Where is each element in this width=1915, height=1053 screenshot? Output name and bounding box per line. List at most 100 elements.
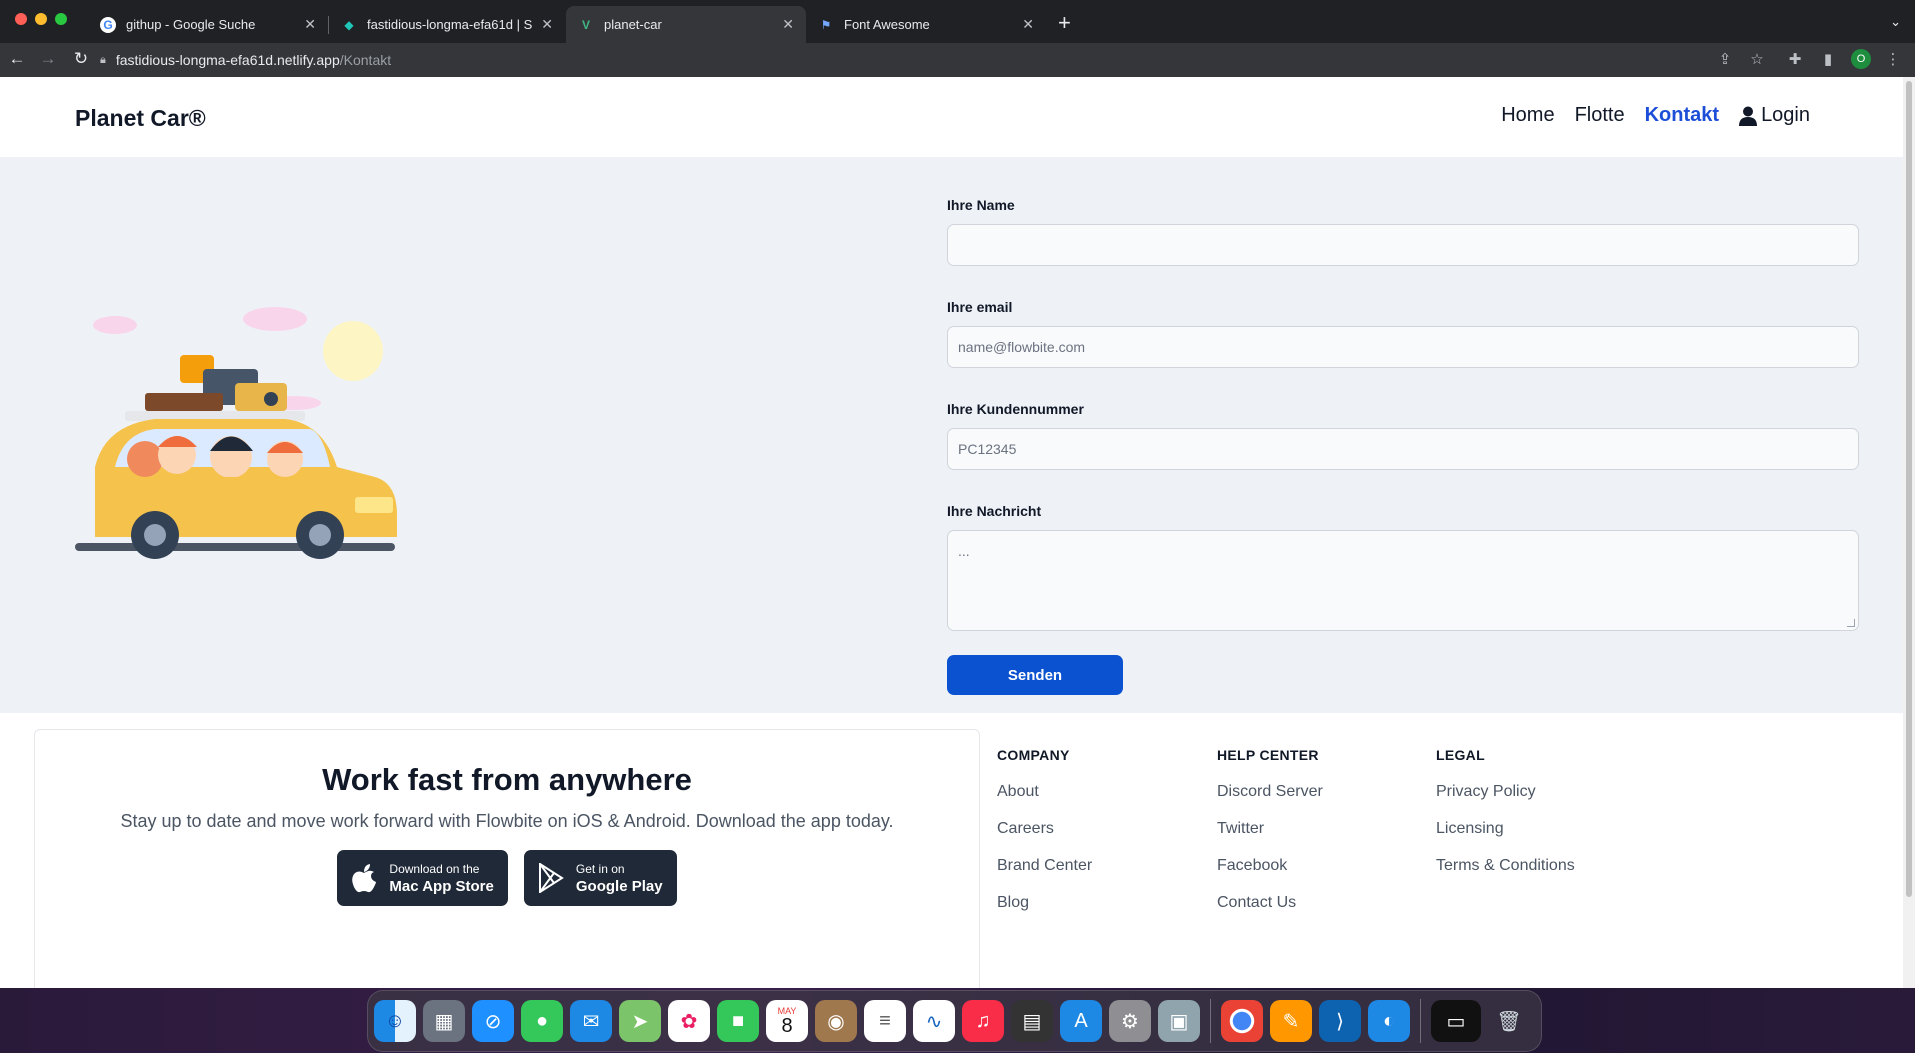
resize-handle-icon[interactable]	[1847, 619, 1855, 627]
browser-tab-font-awesome[interactable]: ⚑ Font Awesome ✕	[806, 6, 1046, 43]
nav-fleet[interactable]: Flotte	[1575, 104, 1625, 127]
close-tab-icon[interactable]: ✕	[541, 16, 553, 33]
trash-icon[interactable]: 🗑︎	[1488, 1000, 1530, 1042]
vscode-icon[interactable]: ⟩	[1319, 1000, 1361, 1042]
dock-divider	[1210, 999, 1211, 1043]
music-icon[interactable]: ♫	[962, 1000, 1004, 1042]
apple-icon	[352, 864, 377, 893]
google-play-button[interactable]: Get in on Google Play	[523, 850, 677, 906]
tab-search-chevron-icon[interactable]: ⌄	[1890, 14, 1901, 30]
footer-column-legal: LEGAL Privacy Policy Licensing Terms & C…	[1436, 747, 1575, 894]
url-host: fastidious-longma-efa61d.netlify.app	[115, 52, 340, 68]
calendar-day: 8	[781, 1014, 793, 1037]
reminders-icon[interactable]: ≡	[864, 1000, 906, 1042]
app-store-button[interactable]: Download on the Mac App Store	[337, 850, 508, 906]
footer-link-privacy[interactable]: Privacy Policy	[1436, 783, 1575, 801]
footer-link-licensing[interactable]: Licensing	[1436, 820, 1575, 838]
dock-divider	[1420, 999, 1421, 1043]
close-tab-icon[interactable]: ✕	[782, 16, 794, 33]
store-buttons: Download on the Mac App Store Get in on …	[35, 850, 979, 906]
maximize-window-button[interactable]	[55, 13, 67, 25]
vue-icon: V	[581, 17, 590, 32]
message-textarea[interactable]: ...	[947, 530, 1859, 631]
email-input[interactable]: name@flowbite.com	[947, 326, 1859, 368]
footer-column-company: COMPANY About Careers Brand Center Blog	[997, 747, 1092, 931]
google-play-icon	[538, 863, 564, 893]
browser-toolbar: ← → ↻ 🔒︎ fastidious-longma-efa61d.netlif…	[0, 43, 1915, 77]
main-nav: Home Flotte Kontakt Login	[1501, 104, 1810, 127]
address-bar[interactable]: 🔒︎ fastidious-longma-efa61d.netlify.app /…	[100, 46, 1800, 74]
footer-column-help-center: HELP CENTER Discord Server Twitter Faceb…	[1217, 747, 1323, 931]
forward-button[interactable]: →	[37, 49, 59, 69]
profile-avatar[interactable]: O	[1851, 49, 1871, 69]
bookmark-star-icon[interactable]: ☆	[1747, 50, 1767, 68]
name-input[interactable]	[947, 224, 1859, 266]
mail-icon[interactable]: ✉	[570, 1000, 612, 1042]
cta-title: Work fast from anywhere	[322, 762, 692, 797]
footer-link-discord[interactable]: Discord Server	[1217, 783, 1323, 801]
back-button[interactable]: ←	[6, 49, 28, 69]
calendar-icon[interactable]: MAY 8	[766, 1000, 808, 1042]
nav-contact[interactable]: Kontakt	[1645, 104, 1719, 127]
submit-button[interactable]: Senden	[947, 655, 1123, 695]
browser-tab-planet-car[interactable]: V planet-car ✕	[566, 6, 806, 43]
site-header: Planet Car® Home Flotte Kontakt Login	[0, 77, 1903, 157]
contact-form: Ihre Name Ihre email name@flowbite.com I…	[947, 197, 1859, 695]
messages-icon[interactable]: ●	[521, 1000, 563, 1042]
minimize-window-button[interactable]	[35, 13, 47, 25]
facetime-icon[interactable]: ■	[717, 1000, 759, 1042]
app-download-card: Work fast from anywhere Stay up to date …	[34, 729, 980, 988]
side-panel-icon[interactable]: ▮	[1818, 50, 1838, 68]
family-car-illustration	[75, 307, 397, 559]
footer-link-blog[interactable]: Blog	[997, 894, 1092, 912]
cta-text: Stay up to date and move work forward wi…	[120, 811, 894, 831]
contacts-icon[interactable]: ◉	[815, 1000, 857, 1042]
chrome-icon[interactable]	[1221, 1000, 1263, 1042]
new-tab-button[interactable]: +	[1058, 10, 1071, 36]
browser-tab-netlify[interactable]: ◆ fastidious-longma-efa61d | Site ✕	[329, 6, 565, 43]
brand-logo[interactable]: Planet Car®	[75, 105, 206, 132]
reload-button[interactable]: ↻	[70, 49, 92, 69]
app-store-line2: Mac App Store	[389, 877, 494, 895]
pages-icon[interactable]: ✎	[1270, 1000, 1312, 1042]
share-icon[interactable]: ⇪	[1715, 50, 1735, 68]
system-settings-icon[interactable]: ⚙	[1109, 1000, 1151, 1042]
scrollbar-thumb[interactable]	[1906, 81, 1912, 897]
close-tab-icon[interactable]: ✕	[304, 16, 316, 33]
macos-dock: ☺ ▦ ⊘ ● ✉ ➤ ✿ ■ MAY 8 ◉ ≡ ∿ ♫ ▤ A ⚙ ▣ ✎ …	[367, 990, 1542, 1052]
footer-link-brand-center[interactable]: Brand Center	[997, 857, 1092, 875]
footer-link-facebook[interactable]: Facebook	[1217, 857, 1323, 875]
close-window-button[interactable]	[15, 13, 27, 25]
preview-icon[interactable]: ▣	[1158, 1000, 1200, 1042]
site-footer: Work fast from anywhere Stay up to date …	[0, 713, 1903, 988]
freeform-icon[interactable]: ∿	[913, 1000, 955, 1042]
nav-login[interactable]: Login	[1739, 104, 1810, 127]
finder-icon[interactable]: ☺	[374, 1000, 416, 1042]
edge-icon[interactable]: ◐	[1368, 1000, 1410, 1042]
footer-link-about[interactable]: About	[997, 783, 1092, 801]
customer-number-input[interactable]: PC12345	[947, 428, 1859, 470]
customer-number-label: Ihre Kundennummer	[947, 401, 1084, 417]
tab-title: Font Awesome	[844, 17, 930, 32]
close-tab-icon[interactable]: ✕	[1022, 16, 1034, 33]
browser-tab-strip: G githup - Google Suche ✕ ◆ fastidious-l…	[0, 0, 1915, 43]
app-store-icon[interactable]: A	[1060, 1000, 1102, 1042]
window-thumbnail-icon[interactable]: ▭	[1431, 1000, 1481, 1042]
google-play-line1: Get in on	[575, 861, 625, 876]
nav-home[interactable]: Home	[1501, 104, 1554, 127]
footer-link-terms[interactable]: Terms & Conditions	[1436, 857, 1575, 875]
maps-icon[interactable]: ➤	[619, 1000, 661, 1042]
tab-title: githup - Google Suche	[126, 17, 256, 32]
footer-link-contact-us[interactable]: Contact Us	[1217, 894, 1323, 912]
calculator-icon[interactable]: ▤	[1011, 1000, 1053, 1042]
page-viewport: Planet Car® Home Flotte Kontakt Login Ih…	[0, 77, 1903, 988]
photos-icon[interactable]: ✿	[668, 1000, 710, 1042]
safari-icon[interactable]: ⊘	[472, 1000, 514, 1042]
footer-link-twitter[interactable]: Twitter	[1217, 820, 1323, 838]
launchpad-icon[interactable]: ▦	[423, 1000, 465, 1042]
extensions-icon[interactable]: ✚	[1785, 50, 1805, 68]
browser-menu-icon[interactable]: ⋮	[1883, 50, 1903, 68]
footer-link-careers[interactable]: Careers	[997, 820, 1092, 838]
browser-tab-google[interactable]: G githup - Google Suche ✕	[88, 6, 328, 43]
page-scrollbar[interactable]	[1903, 77, 1915, 988]
